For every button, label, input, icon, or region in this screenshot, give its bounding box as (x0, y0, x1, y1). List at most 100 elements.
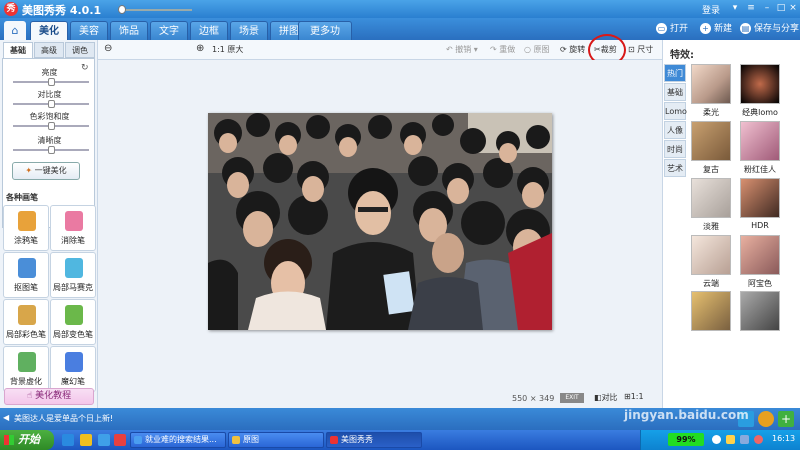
meitu-icon (330, 436, 338, 444)
left-panel: 基础 高级 调色 ↻ 亮度 对比度 色彩饱和度 清晰度 ✦ 一键美化 各种画笔 … (0, 40, 98, 408)
zoom-in-icon[interactable]: ⊕ (196, 43, 204, 55)
brush-recolor-label: 局部变色笔 (53, 330, 93, 339)
tab-more[interactable]: 更多功能 ▾ (298, 21, 352, 56)
original-button[interactable]: ○ 原图 (524, 44, 550, 56)
login-link[interactable]: 登录 (702, 3, 720, 16)
tab-text[interactable]: 文字 (150, 21, 188, 40)
task-search-results[interactable]: 就业难的搜索结果... (130, 432, 226, 448)
redo-button[interactable]: ↷ 重做 (490, 44, 515, 56)
mosaic-icon (65, 258, 83, 278)
effect-extra-1[interactable] (691, 291, 731, 331)
quicklaunch-ie-icon[interactable] (62, 434, 74, 446)
tab-hot[interactable]: 热门 (664, 64, 686, 82)
battery-indicator[interactable]: 99% (668, 433, 704, 446)
quicklaunch-folder-icon[interactable] (80, 434, 92, 446)
tray-icon-3[interactable] (740, 435, 749, 444)
one-key-beautify-button[interactable]: ✦ 一键美化 (12, 162, 80, 180)
brush-mosaic[interactable]: 局部马赛克 (50, 252, 96, 298)
fit-label: 1:1 (630, 392, 644, 401)
new-button[interactable]: + 新建 (700, 22, 732, 36)
tab-accessories[interactable]: 饰品 (110, 21, 148, 40)
beauty-course-button[interactable]: ☝ 美化教程 (4, 388, 94, 405)
menu-icon[interactable]: ≡ (744, 2, 758, 15)
add-icon[interactable]: + (778, 411, 794, 427)
effect-soft-light[interactable] (691, 64, 731, 104)
effect-pink-lady[interactable] (740, 121, 780, 161)
tab-fashion[interactable]: 时尚 (664, 140, 686, 158)
effect-cloud[interactable] (691, 235, 731, 275)
recolor-brush-icon (65, 305, 83, 325)
brush-bg-blur[interactable]: 背景虚化 (3, 346, 49, 392)
weibo-icon[interactable] (758, 411, 774, 427)
tab-portrait[interactable]: 人像 (664, 121, 686, 139)
zoom-out-icon[interactable]: ⊖ (104, 43, 112, 55)
fit-icon: ⊞ (624, 392, 631, 401)
tab-beautify[interactable]: 美化 (30, 21, 68, 40)
open-button[interactable]: ▭ 打开 (656, 22, 688, 36)
undo-button[interactable]: ↶ 撤销 ▾ (446, 44, 478, 56)
brush-color-local-label: 局部彩色笔 (6, 330, 46, 339)
task-original[interactable]: 原图 (228, 432, 324, 448)
undo-label: 撤销 (455, 45, 472, 54)
quicklaunch-app-icon[interactable] (114, 434, 126, 446)
start-button[interactable]: 开始 (0, 430, 54, 450)
exif-button[interactable]: EXIT (560, 393, 584, 403)
effect-hdr[interactable] (740, 178, 780, 218)
brush-recolor[interactable]: 局部变色笔 (50, 299, 96, 345)
plus-icon: + (700, 23, 711, 34)
close-icon[interactable]: × (786, 2, 800, 15)
eraser-icon (65, 211, 83, 231)
effect-classic-lomo-label: 经典lomo (742, 108, 778, 117)
info-text[interactable]: 美图达人是爱单品个日上新! (14, 413, 113, 424)
effect-extra-2[interactable] (740, 291, 780, 331)
minimize-icon[interactable]: – (760, 2, 774, 15)
tab-base[interactable]: 基础 (664, 83, 686, 101)
rotate-button[interactable]: ⟳ 旋转 (560, 44, 585, 56)
actual-size-button[interactable]: 1:1 原大 (212, 44, 243, 56)
save-share-button[interactable]: ▤ 保存与分享 (740, 22, 799, 36)
tab-basic[interactable]: 基础 (3, 42, 33, 58)
brush-magic[interactable]: 魔幻笔 (50, 346, 96, 392)
task-meitu[interactable]: 美图秀秀 (326, 432, 422, 448)
effect-elegant[interactable] (691, 178, 731, 218)
photo-crowd[interactable] (208, 113, 552, 330)
color-brush-icon (18, 305, 36, 325)
rotate-icon: ⟳ (560, 45, 567, 54)
compare-button[interactable]: ◧对比 (594, 392, 618, 403)
tab-cosmetic[interactable]: 美容 (70, 21, 108, 40)
tab-advanced[interactable]: 高级 (34, 42, 64, 58)
app-title: 美图秀秀 4.0.1 (22, 4, 102, 17)
effect-abao[interactable] (740, 235, 780, 275)
quicklaunch-desktop-icon[interactable] (98, 434, 110, 446)
brush-color-local[interactable]: 局部彩色笔 (3, 299, 49, 345)
tray-icon-2[interactable] (726, 435, 735, 444)
zoom-slider-knob[interactable] (118, 5, 126, 14)
home-icon[interactable]: ⌂ (4, 21, 26, 40)
sharpness-knob[interactable] (48, 146, 55, 154)
effect-classic-lomo[interactable] (740, 64, 780, 104)
tab-scene[interactable]: 场景 (230, 21, 268, 40)
brightness-knob[interactable] (48, 78, 55, 86)
one-key-label: 一键美化 (34, 166, 67, 175)
tray-icon-4[interactable] (754, 435, 763, 444)
contrast-knob[interactable] (48, 100, 55, 108)
resize-button[interactable]: ⊡ 尺寸 (628, 44, 653, 56)
fit-button[interactable]: ⊞1:1 (624, 392, 644, 401)
brush-cutout[interactable]: 抠图笔 (3, 252, 49, 298)
redo-icon: ↷ (490, 45, 497, 54)
saturation-knob[interactable] (48, 122, 55, 130)
effect-retro[interactable] (691, 121, 731, 161)
tab-frame[interactable]: 边框 (190, 21, 228, 40)
open-label: 打开 (670, 24, 689, 34)
brush-graffiti-label: 涂鸦笔 (14, 236, 38, 245)
brush-eraser[interactable]: 消除笔 (50, 205, 96, 251)
browser-icon (134, 436, 142, 444)
folder-icon (232, 436, 240, 444)
zoom-slider[interactable] (118, 9, 192, 11)
contrast-label: 对比度 (37, 90, 62, 99)
tray-icon-1[interactable] (712, 435, 721, 444)
clock[interactable]: 16:13 (772, 434, 795, 443)
brush-graffiti[interactable]: 涂鸦笔 (3, 205, 49, 251)
tab-color[interactable]: 调色 (65, 42, 95, 58)
skin-icon[interactable]: ▾ (728, 2, 742, 15)
